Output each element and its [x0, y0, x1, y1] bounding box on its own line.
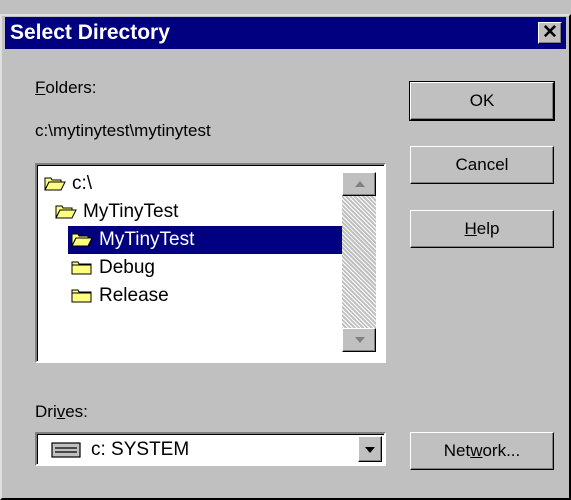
folders-scrollbar[interactable] [342, 172, 376, 352]
folders-label: Folders: [35, 78, 97, 97]
folder-item-mytinytest-selected[interactable]: MyTinyTest [68, 226, 343, 254]
folder-item-label: c:\ [72, 173, 93, 194]
folder-item-label: Debug [99, 257, 155, 278]
drive-icon [51, 442, 81, 458]
folder-item-label: MyTinyTest [99, 229, 195, 250]
folder-item-root[interactable]: c:\ [41, 170, 341, 198]
dialog-title: Select Directory [10, 21, 170, 44]
select-directory-dialog: Select Directory ✕ Folders: c:\mytinytes… [0, 0, 571, 500]
folder-item-label: Release [99, 285, 169, 306]
arrow-up-icon [355, 181, 365, 187]
folder-icon [71, 261, 92, 275]
drives-dropdown[interactable]: c: SYSTEM [35, 432, 386, 466]
open-folder-icon [44, 177, 66, 191]
folder-item-mytinytest-parent[interactable]: MyTinyTest [52, 198, 352, 226]
folder-icon [71, 289, 92, 303]
cancel-button[interactable]: Cancel [410, 146, 554, 184]
arrow-down-icon [355, 337, 365, 343]
title-bar[interactable]: Select Directory ✕ [5, 17, 566, 49]
drives-dropdown-button[interactable] [358, 436, 382, 462]
chevron-down-icon [365, 447, 375, 453]
open-folder-icon [55, 205, 77, 219]
close-button[interactable]: ✕ [538, 22, 562, 44]
help-button[interactable]: Help [410, 210, 554, 248]
open-folder-icon [71, 233, 93, 247]
scroll-down-button[interactable] [342, 328, 376, 352]
folders-listbox[interactable]: c:\ MyTinyTest MyTinyTest Debug Release [35, 163, 386, 363]
scroll-up-button[interactable] [342, 172, 376, 196]
folder-item-release[interactable]: Release [68, 282, 343, 310]
current-path: c:\mytinytest\mytinytest [35, 121, 211, 140]
network-button[interactable]: Network... [410, 432, 554, 470]
folder-item-debug[interactable]: Debug [68, 254, 343, 282]
close-icon: ✕ [542, 22, 558, 43]
drives-selected-value: c: SYSTEM [91, 439, 190, 460]
folder-item-label: MyTinyTest [83, 201, 179, 222]
ok-button[interactable]: OK [409, 81, 555, 121]
drives-label: Drives: [35, 402, 88, 421]
